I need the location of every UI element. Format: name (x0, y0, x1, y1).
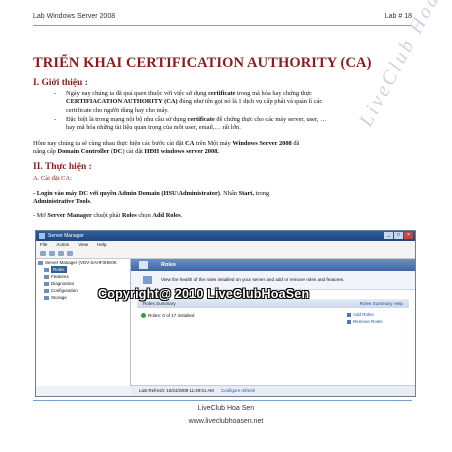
section-2-heading: II. Thực hiện : (33, 162, 92, 172)
step-2: - Mở Server Manager chuột phải Roles chọ… (33, 212, 183, 219)
roles-summary-help-link[interactable]: Roles Summary Help (360, 299, 403, 308)
menu-bar: File Action View Help (36, 241, 415, 249)
document-page: Lab Windows Server 2008 Lab # 18 LiveClu… (0, 0, 452, 452)
roles-actions: Add Roles Remove Roles (347, 311, 407, 325)
page-header: Lab Windows Server 2008 Lab # 18 (33, 13, 412, 25)
menu-file[interactable]: File (40, 241, 47, 249)
minimize-icon[interactable]: _ (384, 232, 393, 239)
bullet-1: Ngày nay chúng ta đã quá quen thuộc với … (66, 90, 323, 114)
window-controls: _ □ × (384, 232, 413, 239)
up-icon[interactable] (58, 251, 64, 256)
roles-banner: Roles (131, 259, 415, 271)
server-icon (38, 260, 43, 265)
server-manager-screenshot: Server Manager _ □ × File Action View He… (35, 230, 416, 397)
subsection-heading: A. Cài đặt CA: (33, 175, 72, 182)
server-manager-icon (39, 233, 45, 239)
window-title: Server Manager (48, 233, 84, 239)
back-icon[interactable] (40, 251, 46, 256)
footer-rule (33, 400, 412, 401)
copyright-overlay: Copyright@ 2010 LiveClubHoaSen (98, 287, 310, 301)
remove-roles-link[interactable]: Remove Roles (347, 318, 407, 325)
add-roles-icon (347, 312, 351, 317)
configure-refresh-link[interactable]: Configure refresh (221, 388, 255, 393)
roles-count: Roles: 0 of 17 installed (141, 313, 194, 319)
window-titlebar: Server Manager _ □ × (36, 231, 415, 241)
step-1: - Login vào máy DC với quyền Admin Domai… (33, 190, 270, 206)
maximize-icon[interactable]: □ (394, 232, 403, 239)
remove-roles-icon (347, 319, 351, 324)
navigation-tree: Server Manager (VDV-SAHF3HE0K Roles Feat… (36, 259, 131, 386)
tree-item-roles[interactable]: Roles (36, 266, 130, 273)
toolbar (36, 249, 415, 259)
main-pane: Roles View the health of the roles insta… (131, 259, 415, 386)
bullet-dash-1: - (54, 90, 57, 97)
tree-item-diagnostics[interactable]: Diagnostics (36, 280, 130, 287)
tree-item-server-manager[interactable]: Server Manager (VDV-SAHF3HE0K (36, 259, 130, 266)
header-left: Lab Windows Server 2008 (33, 13, 116, 20)
footer-line-2: www.liveclubhoasen.net (188, 418, 264, 425)
add-roles-link[interactable]: Add Roles (347, 311, 407, 318)
status-ok-icon (141, 313, 146, 319)
bullet-2: Đặc biệt là trong mạng nội bộ nhu cầu sử… (66, 116, 327, 132)
features-icon (44, 274, 49, 279)
menu-action[interactable]: Action (56, 241, 69, 249)
roles-icon (44, 267, 49, 272)
diagnostics-icon (44, 281, 49, 286)
info-icon (143, 276, 152, 284)
tree-item-features[interactable]: Features (36, 273, 130, 280)
intro-paragraph: Hôm nay chúng ta sẽ cùng nhau thực hiện … (33, 140, 300, 156)
forward-icon[interactable] (49, 251, 55, 256)
menu-view[interactable]: View (78, 241, 88, 249)
bullet-dash-2: - (54, 116, 57, 123)
document-title: TRIỂN KHAI CERTIFICATION AUTHORITY (CA) (33, 55, 372, 71)
configuration-icon (44, 288, 49, 293)
status-bar: Last Refresh: 10/24/2009 11:49:51 AM Con… (131, 385, 415, 396)
footer-line-1: LiveClub Hoa Sen (197, 405, 255, 412)
roles-banner-icon (139, 261, 148, 269)
header-rule (33, 25, 412, 26)
close-icon[interactable]: × (404, 232, 413, 239)
help-icon[interactable] (67, 251, 73, 256)
storage-icon (44, 295, 49, 300)
section-1-heading: I. Giới thiệu : (33, 78, 88, 88)
menu-help[interactable]: Help (97, 241, 106, 249)
